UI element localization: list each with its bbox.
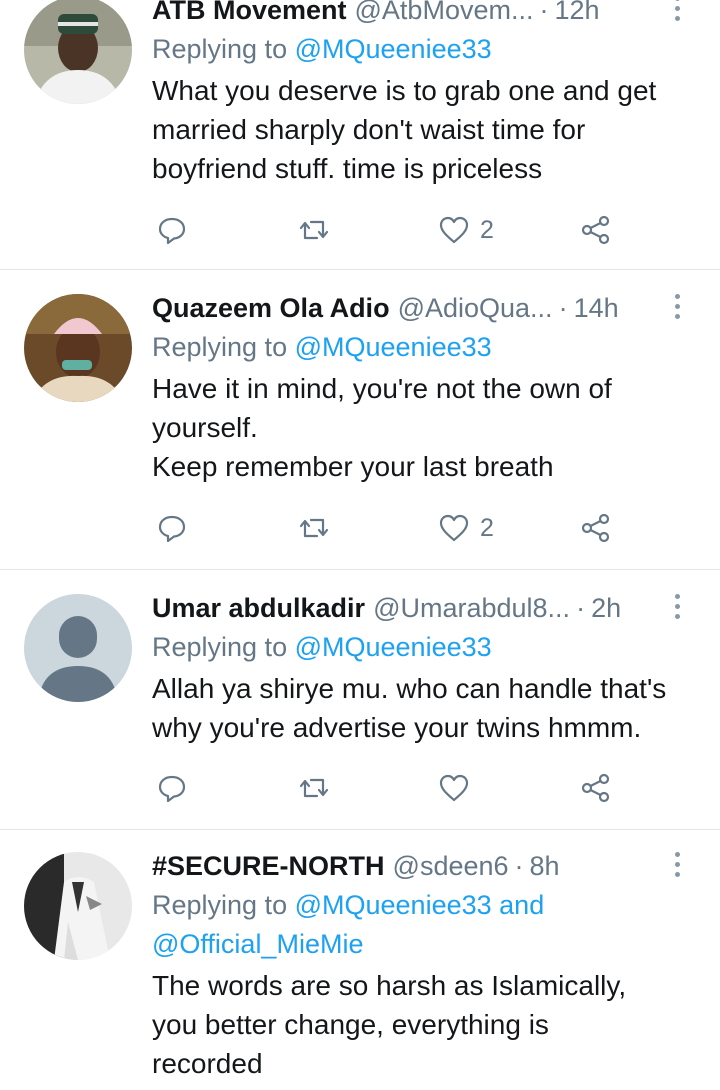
reply-icon xyxy=(158,217,186,245)
tweet-item[interactable]: Umar abdulkadir @Umarabdul8... · 2h Repl… xyxy=(0,570,720,830)
reply-button[interactable] xyxy=(156,768,188,808)
share-button[interactable] xyxy=(580,508,612,548)
heart-icon xyxy=(439,514,469,542)
tweet-text-line: recorded xyxy=(152,1048,263,1079)
like-count: 2 xyxy=(480,215,494,244)
separator-dot: · xyxy=(514,850,524,881)
user-handle[interactable]: @AtbMovem... xyxy=(355,0,534,26)
share-icon xyxy=(581,773,610,803)
heart-icon xyxy=(439,216,469,244)
tweet-text: The words are so harsh as Islamically, y… xyxy=(152,966,700,1083)
tweet-item[interactable]: #SECURE-NORTH @sdeen6 · 8h Replying to @… xyxy=(0,830,720,1090)
replying-to: Replying to @MQueeniee33 and xyxy=(152,886,700,925)
tweet-header: #SECURE-NORTH @sdeen6 · 8h xyxy=(152,846,700,886)
avatar[interactable] xyxy=(24,294,132,402)
tweet-header: Umar abdulkadir @Umarabdul8... · 2h xyxy=(152,588,700,628)
user-handle[interactable]: @AdioQua... xyxy=(398,293,553,324)
avatar-image xyxy=(24,0,132,104)
replying-prefix: Replying to xyxy=(152,34,288,64)
heart-icon xyxy=(439,774,469,802)
tweet-text: What you deserve is to grab one and get … xyxy=(152,71,700,188)
retweet-button[interactable] xyxy=(298,768,330,808)
tweet-actions: 2 xyxy=(152,210,720,250)
separator-dot: · xyxy=(558,292,568,323)
retweet-button[interactable] xyxy=(298,508,330,548)
timestamp[interactable]: 8h xyxy=(530,851,560,882)
reply-button[interactable] xyxy=(156,508,188,548)
tweet-text-line: Keep remember your last breath xyxy=(152,451,554,482)
user-handle[interactable]: @Umarabdul8... xyxy=(373,593,570,624)
reply-icon xyxy=(158,775,186,803)
share-button[interactable] xyxy=(580,210,612,250)
more-vertical-icon[interactable] xyxy=(672,594,682,622)
replying-prefix: Replying to xyxy=(152,632,288,662)
replying-to: Replying to @MQueeniee33 xyxy=(152,30,700,69)
tweet-text-line: What you deserve is to grab one and get xyxy=(152,75,657,106)
replying-to: Replying to @MQueeniee33 xyxy=(152,628,700,667)
share-button[interactable] xyxy=(580,768,612,808)
replying-to: Replying to @MQueeniee33 xyxy=(152,328,700,367)
share-icon xyxy=(581,513,610,543)
tweet-text-line: why you're advertise your twins hmmm. xyxy=(152,712,642,743)
mention-link[interactable]: @MQueeniee33 xyxy=(295,632,492,662)
tweet-item[interactable]: ATB Movement @AtbMovem... · 12h Replying… xyxy=(0,0,720,270)
like-button[interactable]: 2 xyxy=(438,210,494,250)
avatar[interactable] xyxy=(24,0,132,104)
avatar[interactable] xyxy=(24,852,132,960)
reply-button[interactable] xyxy=(156,210,188,250)
replying-to-second: @Official_MieMie xyxy=(152,925,700,964)
like-count: 2 xyxy=(480,513,494,542)
like-button[interactable]: 2 xyxy=(438,508,494,548)
tweet-text-line: The words are so harsh as Islamically, xyxy=(152,970,627,1001)
retweet-icon xyxy=(299,778,329,798)
tweet-text-line: yourself. xyxy=(152,412,258,443)
mention-link[interactable]: @MQueeniee33 xyxy=(295,34,492,64)
more-vertical-icon[interactable] xyxy=(672,852,682,880)
tweet-actions: 2 xyxy=(152,508,720,548)
avatar-image xyxy=(24,294,132,402)
display-name[interactable]: Umar abdulkadir xyxy=(152,593,365,624)
timestamp[interactable]: 14h xyxy=(574,293,619,324)
display-name[interactable]: Quazeem Ola Adio xyxy=(152,293,390,324)
timestamp[interactable]: 2h xyxy=(591,593,621,624)
tweet-text-line: married sharply don't waist time for xyxy=(152,114,586,145)
avatar[interactable] xyxy=(24,594,132,702)
tweet-item[interactable]: Quazeem Ola Adio @AdioQua... · 14h Reply… xyxy=(0,270,720,570)
avatar-image xyxy=(24,852,132,960)
tweet-text-line: boyfriend stuff. time is priceless xyxy=(152,153,543,184)
more-vertical-icon[interactable] xyxy=(672,0,682,24)
tweet-text-line: you better change, everything is xyxy=(152,1009,549,1040)
replying-prefix: Replying to xyxy=(152,890,288,920)
retweet-icon xyxy=(299,518,329,538)
tweet-text: Have it in mind, you're not the own of y… xyxy=(152,369,700,486)
timestamp[interactable]: 12h xyxy=(554,0,599,26)
separator-dot: · xyxy=(576,592,586,623)
tweet-header: Quazeem Ola Adio @AdioQua... · 14h xyxy=(152,288,700,328)
tweet-text: Allah ya shirye mu. who can handle that'… xyxy=(152,669,700,747)
user-handle[interactable]: @sdeen6 xyxy=(393,851,509,882)
display-name[interactable]: ATB Movement xyxy=(152,0,347,26)
retweet-button[interactable] xyxy=(298,210,330,250)
replying-prefix: Replying to xyxy=(152,332,288,362)
tweet-text-line: Have it in mind, you're not the own of xyxy=(152,373,612,404)
mention-link[interactable]: @MQueeniee33 xyxy=(295,890,492,920)
mention-link[interactable]: @MQueeniee33 xyxy=(295,332,492,362)
like-button[interactable] xyxy=(438,768,480,808)
more-vertical-icon[interactable] xyxy=(672,294,682,322)
tweet-header: ATB Movement @AtbMovem... · 12h xyxy=(152,0,700,30)
retweet-icon xyxy=(299,220,329,240)
tweet-actions xyxy=(152,768,720,808)
replying-and: and xyxy=(499,890,545,920)
display-name[interactable]: #SECURE-NORTH xyxy=(152,851,385,882)
tweet-text-line: Allah ya shirye mu. who can handle that'… xyxy=(152,673,667,704)
share-icon xyxy=(581,215,610,245)
reply-icon xyxy=(158,515,186,543)
separator-dot: · xyxy=(539,0,549,25)
mention-link[interactable]: @Official_MieMie xyxy=(152,929,363,959)
default-avatar-icon xyxy=(24,594,132,702)
